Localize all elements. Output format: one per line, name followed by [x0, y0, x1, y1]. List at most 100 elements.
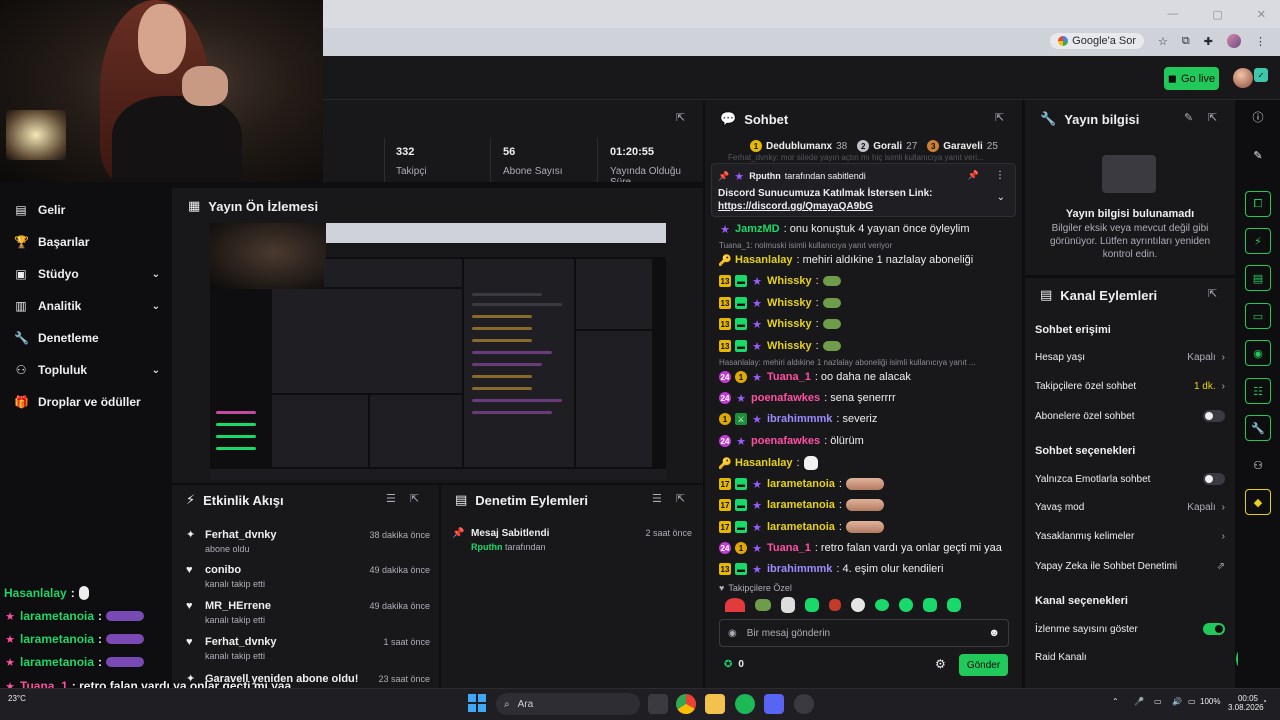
monitor-icon[interactable]: ▭	[1154, 697, 1162, 706]
sidebar-item-droplar-ve-ödüller[interactable]: 🎁 Droplar ve ödüller	[14, 395, 160, 409]
popout-icon[interactable]: ⇱	[410, 492, 419, 505]
leaderboard-entry[interactable]: 2 Gorali 27	[857, 140, 917, 152]
tray-chevron-icon[interactable]: ⌃	[1112, 697, 1119, 706]
chat-username[interactable]: Tuana_1	[767, 371, 811, 383]
puzzle-icon[interactable]: ✚	[1204, 35, 1213, 48]
maximize-icon[interactable]: ▢	[1212, 8, 1222, 21]
frog-emote[interactable]	[755, 599, 771, 611]
sidebar-item-gelir[interactable]: ▤ Gelir	[14, 203, 160, 217]
sidebar-item-denetleme[interactable]: 🔧 Denetleme	[14, 331, 160, 345]
windows-start-icon[interactable]	[468, 694, 486, 712]
channel-points[interactable]: ✪ 0	[724, 659, 744, 670]
account-age-row[interactable]: Hesap yaşı Kapalı ›	[1035, 352, 1225, 363]
ai-mod-row[interactable]: Yapay Zeka ile Sohbet Denetimi ⇗	[1035, 561, 1225, 572]
chat-username[interactable]: Whissky	[767, 275, 812, 287]
gauge-emote[interactable]	[725, 598, 745, 612]
filter-icon[interactable]: ☰	[386, 492, 396, 505]
edit-pencil-icon[interactable]: ✎	[1184, 111, 1193, 124]
chat-message[interactable]: 13 ▬ ★ Whissky:	[719, 340, 1015, 352]
mod-action-user[interactable]: Rputhn	[471, 542, 503, 552]
unpin-icon[interactable]: 📌	[968, 170, 979, 181]
popout-icon[interactable]: ⇱	[1208, 111, 1217, 124]
pinned-message[interactable]: 📌 ★ Rputhn tarafından sabitlendi 📌 ⋮ Dis…	[711, 163, 1016, 217]
file-explorer-icon[interactable]	[705, 694, 725, 714]
chat-username[interactable]: ibrahimmmk	[767, 563, 832, 575]
pencil-icon[interactable]: ✎	[1245, 142, 1271, 168]
blob-emote[interactable]	[947, 598, 961, 612]
chat-message[interactable]: 🔑 Hasanlalay:	[719, 456, 1015, 470]
stream-preview-video[interactable]	[210, 223, 666, 480]
chevron-down-icon[interactable]: ⌄	[152, 269, 160, 280]
red-emote[interactable]	[829, 599, 841, 611]
community-icon[interactable]: ⚇	[1245, 452, 1271, 478]
app-badge-icon[interactable]: ✓	[1254, 68, 1268, 82]
popout-icon[interactable]: ⇱	[676, 111, 685, 124]
activity-item[interactable]: ♥ conibo 49 dakika önce kanalı takip etti	[186, 564, 430, 589]
green-emote[interactable]	[805, 598, 819, 612]
bookmark-star-icon[interactable]: ☆	[1158, 35, 1168, 48]
broadcast-icon[interactable]: ◉	[1245, 340, 1271, 366]
chat-username[interactable]: Whissky	[767, 297, 812, 309]
chat-username[interactable]: Hasanlalay	[735, 457, 792, 469]
popout-icon[interactable]: ⇱	[676, 492, 685, 505]
chat-username[interactable]: Tuana_1	[767, 542, 811, 554]
chat-username[interactable]: poenafawkes	[751, 435, 820, 447]
blob-emote[interactable]	[923, 598, 937, 612]
chat-message[interactable]: 13 ▬ ★ ibrahimmmk: 4. eşim olur kendileri	[719, 563, 1015, 575]
chevron-down-icon[interactable]: ⌄	[152, 301, 160, 312]
chat-message[interactable]: 17 ▬ ★ larametanoia:	[719, 521, 1015, 533]
weather-temp[interactable]: 23°C	[8, 694, 26, 703]
chat-username[interactable]: larametanoia	[767, 499, 835, 511]
emoji-icon[interactable]: ☻	[988, 627, 1000, 639]
chat-message[interactable]: 24 ★ poenafawkes: sena şenerrrr	[719, 392, 1015, 404]
chat-message[interactable]: ★ JamzMD: onu konuştuk 4 yayıan önce öyle…	[719, 223, 1015, 235]
diamond-icon[interactable]: ◆	[1245, 489, 1271, 515]
sidebar-item-başarılar[interactable]: 🏆 Başarılar	[14, 235, 160, 249]
volume-icon[interactable]: 🔊	[1172, 697, 1182, 706]
popout-icon[interactable]: ⇱	[1208, 287, 1217, 300]
profile-avatar[interactable]	[1227, 34, 1241, 48]
raid-row[interactable]: Raid Kanalı	[1035, 652, 1225, 663]
clock[interactable]: 00:05 3.08.2026	[1228, 694, 1264, 712]
mic-icon[interactable]: 🎤	[1134, 697, 1144, 706]
activity-item[interactable]: ♥ Ferhat_dvnky 1 saat önce kanalı takip ett…	[186, 636, 430, 661]
chat-message[interactable]: 1 ⚔ ★ ibrahimmmk: severiz	[719, 413, 1015, 425]
cat-emote[interactable]	[781, 597, 795, 613]
info-icon[interactable]: ⓘ	[1245, 104, 1271, 130]
chat-message[interactable]: 24 1 ★ Tuana_1: retro falan vardı ya onlar …	[719, 542, 1015, 554]
layout-icon[interactable]: ☷	[1245, 378, 1271, 404]
chat-username[interactable]: larametanoia	[767, 521, 835, 533]
chat-message[interactable]: 24 1 ★ Tuana_1: oo daha ne alacak	[719, 371, 1015, 383]
show-viewcount-toggle[interactable]	[1203, 623, 1225, 635]
sidebar-item-topluluk[interactable]: ⚇ Topluluk ⌄	[14, 363, 160, 377]
follower-chat-row[interactable]: Takipçilere özel sohbet 1 dk. ›	[1035, 381, 1225, 392]
chat-username[interactable]: poenafawkes	[751, 392, 820, 404]
pinned-link[interactable]: https://discord.gg/QmayaQA9bG	[718, 201, 873, 212]
chat-username[interactable]: ibrahimmmk	[767, 413, 832, 425]
battery-icon[interactable]: ▭	[1188, 697, 1196, 706]
minimize-icon[interactable]: —	[1167, 8, 1178, 21]
chat-message[interactable]: 🔑 Hasanlalay: mehiri aldıkine 1 nazlalay …	[719, 254, 1015, 266]
lightning-icon[interactable]: ⚡	[1245, 228, 1271, 254]
chat-username[interactable]: larametanoia	[767, 478, 835, 490]
leaderboard-entry[interactable]: 3 Garaveli 25	[927, 140, 998, 152]
chat-message[interactable]: 17 ▬ ★ larametanoia:	[719, 499, 1015, 511]
chat-username[interactable]: Hasanlalay	[735, 254, 792, 266]
chat-message[interactable]: 13 ▬ ★ Whissky:	[719, 275, 1015, 287]
go-live-button[interactable]: ◼ Go live	[1164, 67, 1219, 90]
obs-icon[interactable]	[794, 694, 814, 714]
chat-message[interactable]: 13 ▬ ★ Whissky:	[719, 318, 1015, 330]
expand-chevron-icon[interactable]: ⌄	[997, 192, 1005, 203]
activity-item[interactable]: ✦ Ferhat_dvnky 38 dakika önce abone oldu	[186, 528, 430, 555]
chat-input[interactable]: ◉ Bir mesaj gönderin ☻	[719, 619, 1009, 647]
close-icon[interactable]: ✕	[1257, 8, 1266, 21]
ball-emote[interactable]	[851, 598, 865, 612]
emote-only-toggle[interactable]	[1203, 473, 1225, 485]
google-ask-button[interactable]: Google'a Sor	[1050, 33, 1145, 49]
chat-message[interactable]: 24 ★ poenafawkes: ölürüm	[719, 435, 1015, 447]
more-icon[interactable]: ⋮	[995, 170, 1005, 181]
sidebar-item-analitik[interactable]: ▥ Analitik ⌄	[14, 299, 160, 313]
chat-icon[interactable]: ▭	[1245, 303, 1271, 329]
spotify-icon[interactable]	[735, 694, 755, 714]
sidebar-item-stüdyo[interactable]: ▣ Stüdyo ⌄	[14, 267, 160, 281]
